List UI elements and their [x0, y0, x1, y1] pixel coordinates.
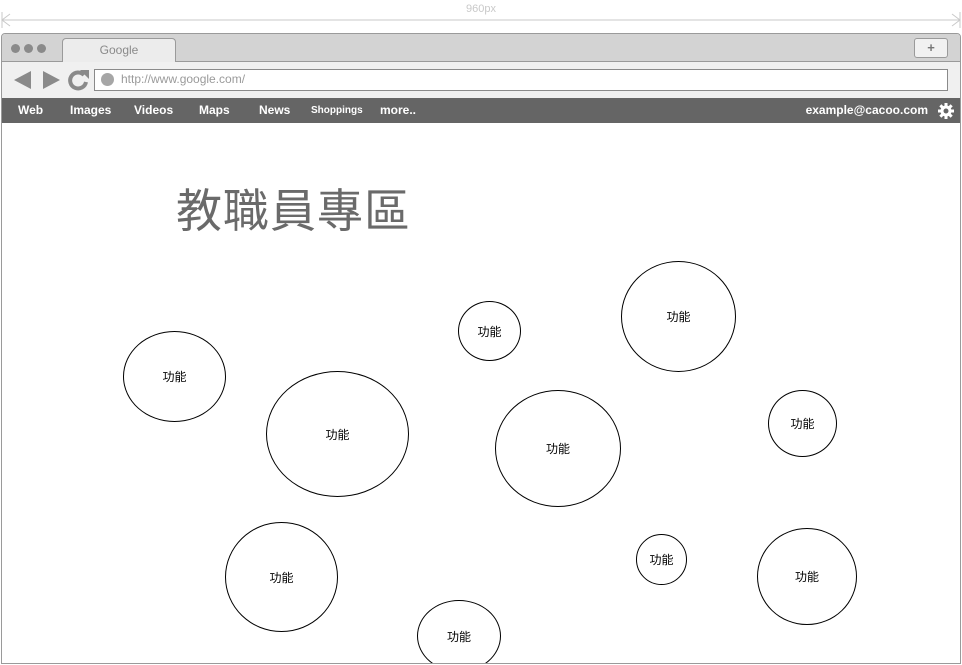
- page-title: 教職員專區: [176, 184, 411, 238]
- forward-arrow-icon[interactable]: [40, 69, 62, 91]
- browser-titlebar: Google +: [2, 34, 960, 62]
- ruler-label: 960px: [466, 3, 496, 15]
- feature-bubble[interactable]: 功能: [768, 390, 837, 457]
- feature-bubble[interactable]: 功能: [757, 528, 857, 625]
- feature-bubble[interactable]: 功能: [621, 261, 736, 372]
- nav-item-videos[interactable]: Videos: [134, 103, 173, 117]
- browser-window: Google + http://www.google.com/ Web Imag…: [1, 33, 961, 664]
- feature-bubble[interactable]: 功能: [123, 331, 226, 422]
- feature-bubble[interactable]: 功能: [495, 390, 621, 507]
- window-control-close[interactable]: [11, 44, 20, 53]
- window-control-maximize[interactable]: [37, 44, 46, 53]
- reload-icon[interactable]: [67, 69, 89, 91]
- width-ruler: 960px: [0, 0, 962, 30]
- feature-bubble[interactable]: 功能: [225, 522, 338, 632]
- browser-tab[interactable]: Google: [62, 38, 176, 62]
- nav-item-web[interactable]: Web: [18, 103, 43, 117]
- address-bar[interactable]: http://www.google.com/: [94, 69, 948, 91]
- account-email[interactable]: example@cacoo.com: [806, 103, 928, 117]
- feature-bubble[interactable]: 功能: [458, 301, 521, 361]
- feature-bubble[interactable]: 功能: [636, 534, 687, 585]
- browser-toolbar: http://www.google.com/: [2, 62, 960, 98]
- nav-item-shoppings[interactable]: Shoppings: [311, 105, 363, 116]
- window-control-minimize[interactable]: [24, 44, 33, 53]
- back-arrow-icon[interactable]: [12, 69, 34, 91]
- url-text: http://www.google.com/: [121, 72, 246, 86]
- gear-icon[interactable]: [938, 103, 954, 119]
- url-status-icon: [101, 73, 114, 86]
- nav-item-news[interactable]: News: [259, 103, 290, 117]
- new-tab-button[interactable]: +: [914, 38, 948, 58]
- google-navbar: Web Images Videos Maps News Shoppings mo…: [2, 98, 960, 123]
- nav-item-maps[interactable]: Maps: [199, 103, 230, 117]
- nav-item-images[interactable]: Images: [70, 103, 111, 117]
- page-content: 教職員專區 功能 功能 功能 功能 功能 功能 功能 功能 功能 功能: [2, 123, 960, 663]
- nav-item-more[interactable]: more..: [380, 103, 416, 117]
- feature-bubble[interactable]: 功能: [266, 371, 409, 497]
- feature-bubble[interactable]: 功能: [417, 600, 501, 663]
